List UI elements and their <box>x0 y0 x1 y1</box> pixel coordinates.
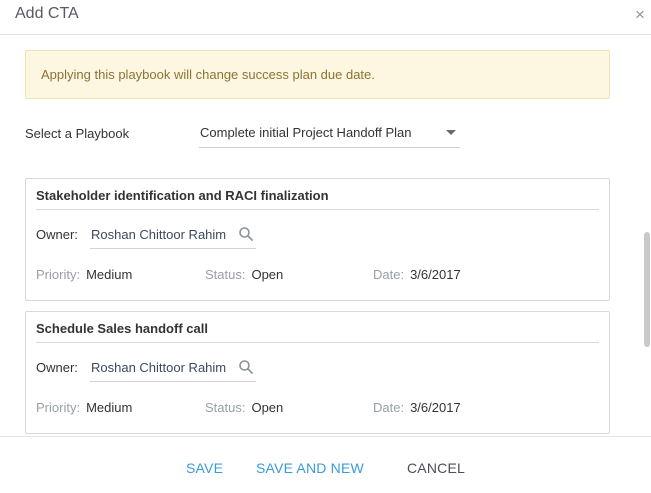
playbook-select[interactable]: Complete initial Project Handoff Plan <box>199 118 460 148</box>
cta-card: Schedule Sales handoff call Owner: Rosha… <box>25 311 610 434</box>
priority-field: Priority: Medium <box>36 400 132 415</box>
priority-label: Priority: <box>36 267 81 282</box>
dialog-header: Add CTA × <box>0 0 651 35</box>
status-field: Status: Open <box>205 267 283 282</box>
status-label: Status: <box>205 400 246 415</box>
owner-value[interactable]: Roshan Chittoor Rahim <box>91 360 226 375</box>
date-value: 3/6/2017 <box>410 400 461 415</box>
playbook-selected-value: Complete initial Project Handoff Plan <box>200 125 412 140</box>
status-value: Open <box>251 267 284 282</box>
date-label: Date: <box>373 267 405 282</box>
scrollbar-thumb[interactable] <box>644 232 650 347</box>
owner-label: Owner: <box>36 360 78 375</box>
add-cta-dialog: Add CTA × Applying this playbook will ch… <box>0 0 651 493</box>
dialog-body[interactable]: Applying this playbook will change succe… <box>0 36 651 436</box>
date-field: Date: 3/6/2017 <box>373 400 461 415</box>
dialog-title: Add CTA <box>15 5 79 22</box>
chevron-down-icon[interactable] <box>446 130 456 135</box>
date-value: 3/6/2017 <box>410 267 461 282</box>
owner-value[interactable]: Roshan Chittoor Rahim <box>91 227 226 242</box>
cta-card: Stakeholder identification and RACI fina… <box>25 178 610 301</box>
priority-value: Medium <box>86 267 133 282</box>
owner-field[interactable]: Roshan Chittoor Rahim <box>90 352 256 382</box>
warning-banner: Applying this playbook will change succe… <box>25 50 610 99</box>
status-label: Status: <box>205 267 246 282</box>
date-field: Date: 3/6/2017 <box>373 267 461 282</box>
save-and-new-button[interactable]: SAVE AND NEW <box>256 460 364 476</box>
search-icon[interactable] <box>238 359 254 375</box>
cancel-button[interactable]: CANCEL <box>407 460 465 476</box>
playbook-label: Select a Playbook <box>25 126 130 141</box>
cta-title: Schedule Sales handoff call <box>36 321 599 343</box>
date-label: Date: <box>373 400 405 415</box>
cta-title: Stakeholder identification and RACI fina… <box>36 188 599 210</box>
owner-field[interactable]: Roshan Chittoor Rahim <box>90 219 256 249</box>
priority-field: Priority: Medium <box>36 267 132 282</box>
search-icon[interactable] <box>238 226 254 242</box>
priority-value: Medium <box>86 400 133 415</box>
dialog-footer: SAVE SAVE AND NEW CANCEL <box>0 436 651 493</box>
save-button[interactable]: SAVE <box>186 460 223 476</box>
status-field: Status: Open <box>205 400 283 415</box>
priority-label: Priority: <box>36 400 81 415</box>
warning-text: Applying this playbook will change succe… <box>41 67 375 82</box>
status-value: Open <box>251 400 284 415</box>
close-icon[interactable]: × <box>632 4 648 26</box>
owner-label: Owner: <box>36 227 78 242</box>
